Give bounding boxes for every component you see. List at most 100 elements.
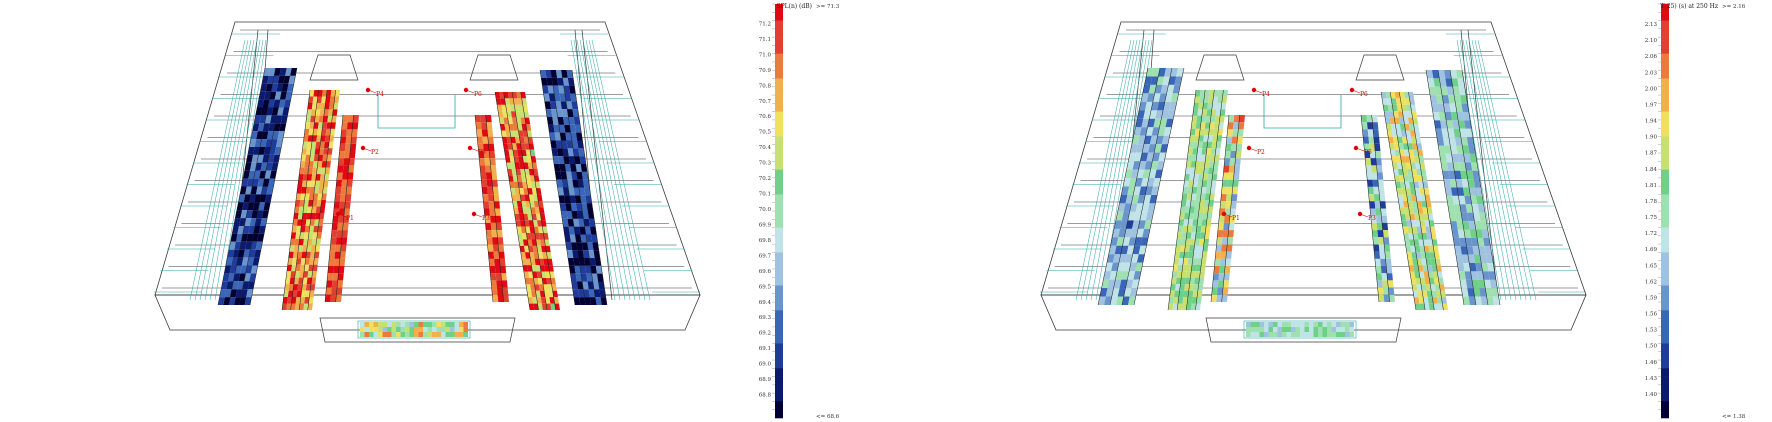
stage-cell <box>360 332 365 337</box>
seat-cell <box>1373 129 1380 137</box>
seat-cell <box>1225 258 1232 267</box>
seat-cell <box>338 266 345 274</box>
stage-cell <box>1273 322 1278 327</box>
seat-cell <box>1378 237 1385 245</box>
seat-cell <box>342 222 349 231</box>
seat-cell <box>1218 215 1225 223</box>
scale-tick-label: 2.03 <box>1645 70 1658 76</box>
stage-cell <box>387 322 392 327</box>
seat-cell <box>1221 244 1228 252</box>
scale-tick-label: 70.3 <box>759 161 772 167</box>
seat-cell <box>1374 258 1381 267</box>
scale-swatch <box>1661 219 1669 228</box>
seat-cell <box>329 251 336 259</box>
stage-cell <box>1277 327 1282 332</box>
seat-cell <box>475 115 482 123</box>
seat-cell <box>1387 280 1394 288</box>
seat-cell <box>348 158 355 166</box>
scale-swatch <box>775 318 783 328</box>
stage-cell <box>1309 322 1314 327</box>
seat-cell <box>1229 158 1236 166</box>
scale-swatch <box>1661 136 1669 146</box>
scale-swatch <box>775 260 783 270</box>
seat-cell <box>493 201 500 209</box>
scale-swatch <box>1661 252 1669 261</box>
scale-tick-label: 1.40 <box>1645 392 1658 398</box>
stage-cell <box>459 327 464 332</box>
seat-cell <box>1231 136 1238 144</box>
scale-swatch <box>775 244 783 253</box>
stage-cell <box>1250 322 1255 327</box>
seat-cell <box>495 215 502 223</box>
seat-cell <box>1361 122 1368 130</box>
center-rail <box>1263 95 1342 129</box>
stage-cell <box>1255 332 1260 337</box>
seat-cell <box>485 222 492 231</box>
seat-cell <box>476 129 483 137</box>
seat-cell <box>491 172 498 180</box>
stage-cell <box>1255 327 1260 332</box>
scale-swatch <box>1661 277 1669 286</box>
scale-swatch <box>1661 393 1669 402</box>
seat-cell <box>483 201 490 209</box>
stage-cell <box>396 327 401 332</box>
ceiling-box <box>1195 54 1245 81</box>
stage-cell <box>1313 322 1318 327</box>
stage-cell <box>1250 332 1255 337</box>
scale-tick-label: 1.59 <box>1645 295 1658 301</box>
stage-cell <box>1295 332 1300 337</box>
seat-cell <box>1220 194 1227 202</box>
seat-cell <box>500 266 507 274</box>
seat-cell <box>341 237 348 245</box>
scale-swatch <box>1661 194 1669 204</box>
seat-cell <box>339 258 346 267</box>
stage-cell <box>1268 322 1273 327</box>
seat-cell <box>491 179 498 187</box>
stage-cell <box>432 332 437 337</box>
stage-cell <box>1336 322 1341 327</box>
seat-cell <box>1365 158 1372 166</box>
seat-cell <box>1219 266 1226 274</box>
seat-cell <box>1216 237 1223 245</box>
scale-tick-label: 70.1 <box>759 192 771 198</box>
stage-cell <box>1246 332 1251 337</box>
seat-cell <box>1228 172 1235 180</box>
seat-cell <box>489 158 496 166</box>
seat-cell <box>339 201 346 209</box>
center-rail <box>377 95 456 129</box>
seat-cell <box>1227 237 1234 245</box>
stage-cell <box>405 332 410 337</box>
seat-cell <box>1375 266 1382 274</box>
seat-cell <box>1377 287 1384 295</box>
seat-cell <box>484 158 491 166</box>
stage-cell <box>1246 327 1251 332</box>
scale-tick-label: 1.75 <box>1645 215 1658 221</box>
seat-cell <box>346 179 353 187</box>
scale-swatch <box>1661 227 1669 237</box>
stage-block <box>357 320 471 339</box>
scale-tick-label: 69.3 <box>759 315 772 321</box>
seat-cell <box>1225 251 1232 259</box>
seat-cell <box>335 244 342 252</box>
point-label: P5 <box>1364 149 1372 156</box>
scale-swatch <box>1661 335 1669 344</box>
seat-cell <box>337 273 344 281</box>
stage-cell <box>463 327 468 332</box>
seat-cell <box>1238 115 1245 123</box>
seat-cell <box>492 294 499 302</box>
seat-cell <box>1222 230 1229 238</box>
seat-cell <box>481 179 488 187</box>
stage-cell <box>1340 327 1345 332</box>
scale-swatch <box>1661 95 1669 104</box>
stage-cell <box>1277 332 1282 337</box>
seat-cell <box>1225 201 1232 209</box>
seat-cell <box>1236 143 1243 151</box>
seat-cell <box>487 186 494 195</box>
point-label: P3 <box>1368 215 1376 222</box>
stage-cell <box>414 332 419 337</box>
scale-tick-label: 1.81 <box>1645 183 1657 189</box>
scale-swatch <box>1661 376 1669 386</box>
stage-cell <box>1349 327 1354 332</box>
stage-cell <box>1322 322 1327 327</box>
scale-swatch <box>775 103 783 112</box>
